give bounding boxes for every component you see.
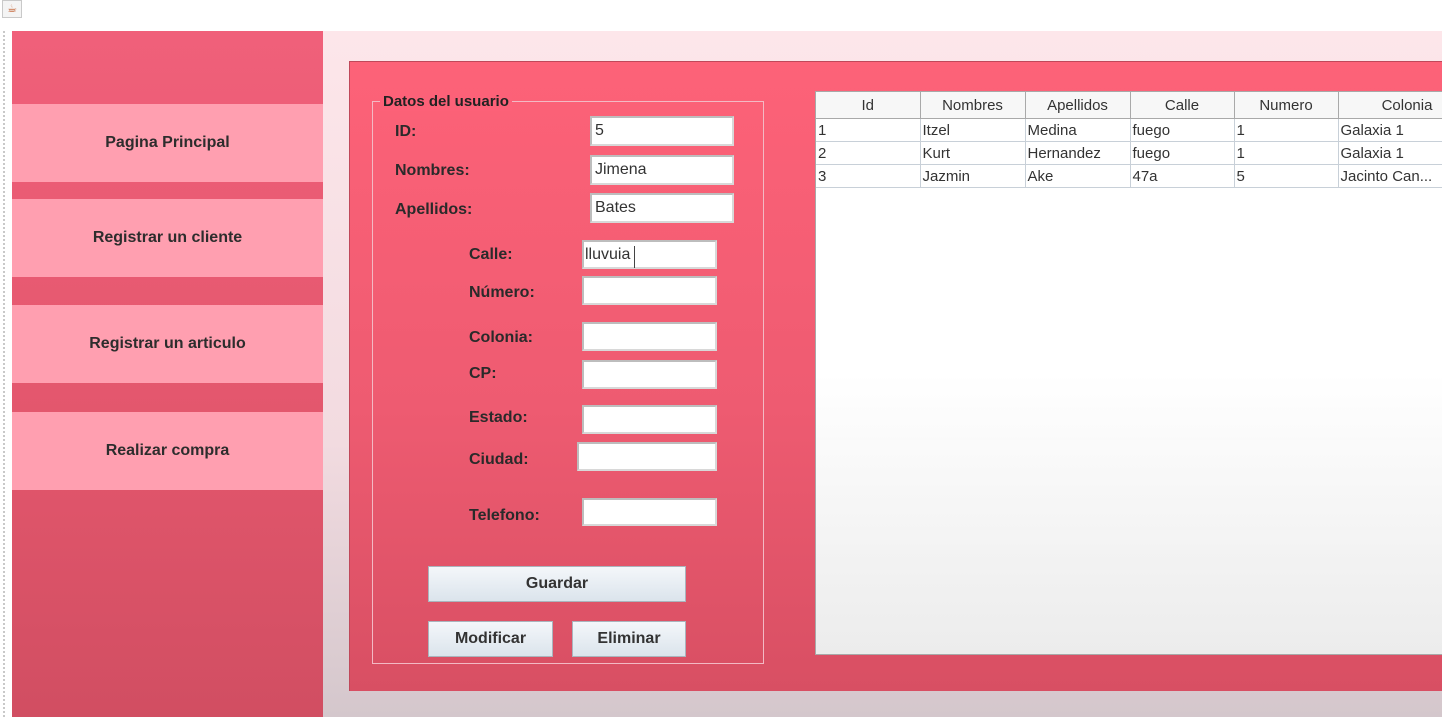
table-cell: Galaxia 1 (1338, 118, 1442, 142)
table-row[interactable]: 2 Kurt Hernandez fuego 1 Galaxia 1 (816, 141, 1442, 165)
table-cell: 5 (1234, 164, 1339, 188)
group-title: Datos del usuario (380, 93, 512, 111)
cp-field[interactable] (582, 360, 717, 389)
apellidos-label: Apellidos: (395, 201, 473, 218)
modificar-button[interactable]: Modificar (428, 621, 553, 657)
sidebar-item-pagina-principal[interactable]: Pagina Principal (12, 104, 323, 182)
clientes-table[interactable]: Id Nombres Apellidos Calle Numero Coloni… (815, 91, 1442, 655)
table-row[interactable]: 1 Itzel Medina fuego 1 Galaxia 1 (816, 118, 1442, 142)
table-cell: 2 (816, 141, 921, 165)
nombres-label: Nombres: (395, 162, 470, 179)
numero-label: Número: (469, 284, 535, 301)
column-header-apellidos[interactable]: Apellidos (1025, 92, 1131, 119)
column-header-id[interactable]: Id (816, 92, 921, 119)
table-cell: Jacinto Can... (1338, 164, 1442, 188)
column-header-numero[interactable]: Numero (1234, 92, 1339, 119)
id-field[interactable] (590, 116, 734, 146)
column-header-calle[interactable]: Calle (1130, 92, 1235, 119)
table-header-row: Id Nombres Apellidos Calle Numero Coloni… (816, 92, 1442, 119)
telefono-field[interactable] (582, 498, 717, 526)
table-cell: 1 (816, 118, 921, 142)
sidebar-item-realizar-compra[interactable]: Realizar compra (12, 412, 323, 490)
window-border-handle (2, 30, 7, 717)
text-cursor (634, 246, 637, 268)
java-cup-icon[interactable]: ☕ (2, 0, 22, 18)
table-cell: 1 (1234, 118, 1339, 142)
table-cell: Kurt (920, 141, 1026, 165)
colonia-field[interactable] (582, 322, 717, 351)
nombres-field[interactable] (590, 155, 734, 185)
apellidos-field[interactable] (590, 193, 734, 223)
table-cell: 3 (816, 164, 921, 188)
ciudad-field[interactable] (577, 442, 717, 471)
table-cell: fuego (1130, 118, 1235, 142)
table-cell: fuego (1130, 141, 1235, 165)
colonia-label: Colonia: (469, 329, 533, 346)
sidebar-item-registrar-cliente[interactable]: Registrar un cliente (12, 199, 323, 277)
calle-label: Calle: (469, 246, 513, 263)
estado-field[interactable] (582, 405, 717, 434)
table-cell: Medina (1025, 118, 1131, 142)
table-cell: Hernandez (1025, 141, 1131, 165)
table-cell: Jazmin (920, 164, 1026, 188)
cp-label: CP: (469, 365, 497, 382)
numero-field[interactable] (582, 276, 717, 305)
table-cell: Ake (1025, 164, 1131, 188)
column-header-nombres[interactable]: Nombres (920, 92, 1026, 119)
table-cell: Itzel (920, 118, 1026, 142)
table-row[interactable]: 3 Jazmin Ake 47a 5 Jacinto Can... (816, 164, 1442, 188)
telefono-label: Telefono: (469, 507, 540, 524)
sidebar: Pagina Principal Registrar un cliente Re… (12, 31, 323, 717)
guardar-button[interactable]: Guardar (428, 566, 686, 602)
eliminar-button[interactable]: Eliminar (572, 621, 686, 657)
column-header-colonia[interactable]: Colonia (1338, 92, 1442, 119)
table-cell: 47a (1130, 164, 1235, 188)
sidebar-item-registrar-articulo[interactable]: Registrar un articulo (12, 305, 323, 383)
calle-field[interactable] (582, 240, 717, 269)
id-label: ID: (395, 123, 417, 140)
ciudad-label: Ciudad: (469, 451, 529, 468)
estado-label: Estado: (469, 409, 528, 426)
table-cell: Galaxia 1 (1338, 141, 1442, 165)
table-cell: 1 (1234, 141, 1339, 165)
